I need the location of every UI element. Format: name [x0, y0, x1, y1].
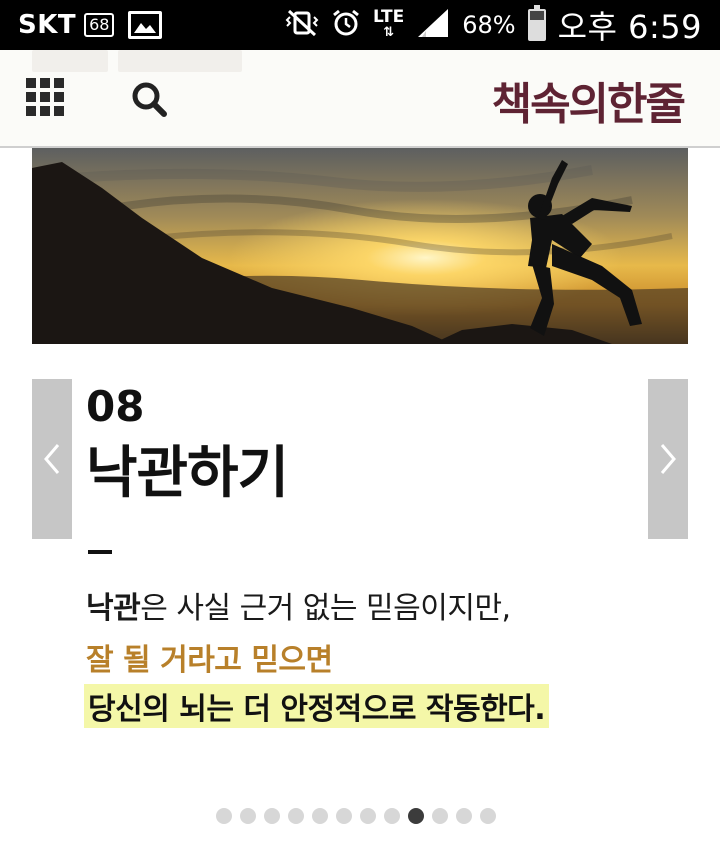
- pagination-dot[interactable]: [216, 808, 232, 824]
- chevron-right-icon: [660, 444, 676, 474]
- app-header: 책속의한줄: [0, 50, 720, 148]
- gallery-icon: [128, 11, 163, 39]
- signal-icon: [416, 7, 450, 43]
- quote-keyword: 낙관: [86, 591, 141, 626]
- quote-line-2: 잘 될 거라고 믿으면: [86, 643, 333, 678]
- grid-menu-icon[interactable]: [26, 78, 64, 116]
- pagination-dot[interactable]: [264, 808, 280, 824]
- pagination-dot[interactable]: [408, 808, 424, 824]
- battery-percent: 68%: [462, 11, 516, 39]
- pagination-dot[interactable]: [384, 808, 400, 824]
- header-ghost-tab: [32, 50, 108, 72]
- quote-line-1-rest: 은 사실 근거 없는 믿음이지만,: [140, 591, 511, 626]
- vibrate-mute-icon: [285, 9, 319, 41]
- alarm-icon: [331, 8, 361, 42]
- header-ghost-tab: [118, 50, 242, 72]
- slide-number: 08: [86, 382, 145, 431]
- pagination-dot[interactable]: [288, 808, 304, 824]
- pagination-dot[interactable]: [432, 808, 448, 824]
- title-divider: [88, 550, 112, 554]
- network-label: LTE: [373, 7, 405, 27]
- clock: 오후 6:59: [557, 8, 702, 46]
- status-bar: SKT 68 LTE ⇅ 68% 오후 6:59: [0, 0, 720, 50]
- pagination-dot[interactable]: [456, 808, 472, 824]
- slide-pagination: [216, 808, 496, 824]
- notification-badge: 68: [84, 13, 115, 37]
- pagination-dot[interactable]: [360, 808, 376, 824]
- carrier-label: SKT: [18, 10, 77, 40]
- quote-line-1: 낙관은 사실 근거 없는 믿음이지만,: [86, 583, 511, 627]
- battery-icon: [527, 5, 546, 41]
- pagination-dot[interactable]: [480, 808, 496, 824]
- site-logo[interactable]: 책속의한줄: [492, 68, 686, 132]
- search-icon[interactable]: [130, 80, 170, 120]
- prev-slide-button[interactable]: [32, 379, 72, 539]
- chevron-left-icon: [44, 444, 60, 474]
- next-slide-button[interactable]: [648, 379, 688, 539]
- hero-image: [32, 148, 688, 344]
- lte-indicator: LTE ⇅: [373, 7, 405, 41]
- slide-title: 낙관하기: [86, 441, 289, 506]
- pagination-dot[interactable]: [240, 808, 256, 824]
- pagination-dot[interactable]: [312, 808, 328, 824]
- pagination-dot[interactable]: [336, 808, 352, 824]
- quote-line-3-highlighted: 당신의 뇌는 더 안정적으로 작동한다.: [84, 684, 550, 728]
